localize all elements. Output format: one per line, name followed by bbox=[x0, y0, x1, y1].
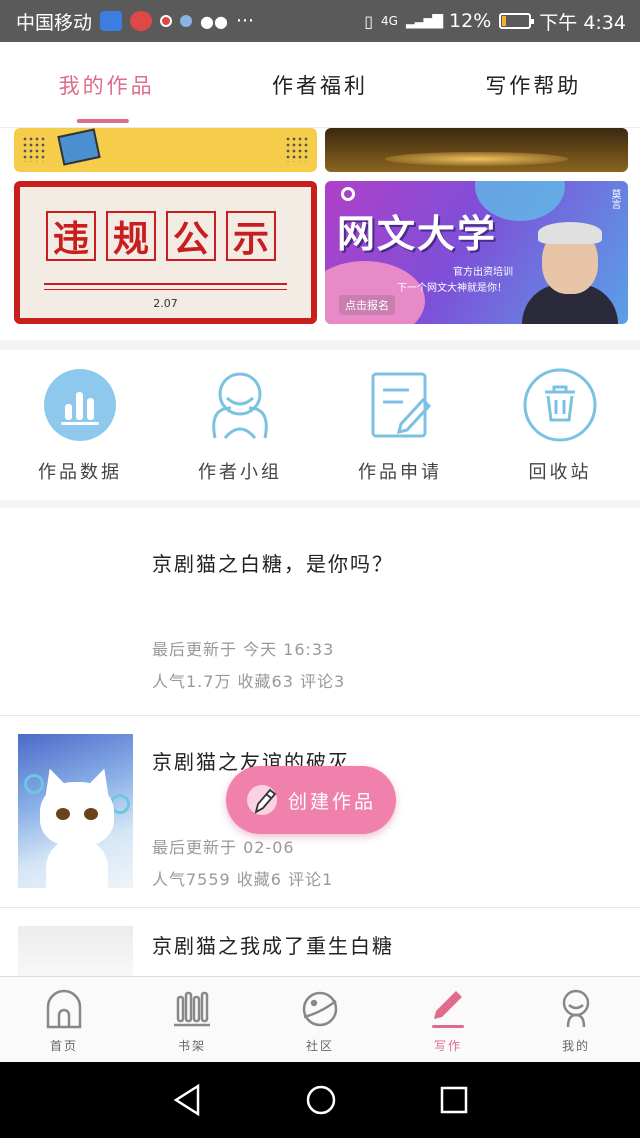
violation-title: 违 规 公 示 bbox=[46, 211, 276, 261]
pencil-icon bbox=[246, 785, 277, 815]
func-label: 作品数据 bbox=[38, 462, 122, 483]
bottom-nav: 首页 书架 社区 写作 我的 bbox=[0, 976, 640, 1062]
nav-bookshelf[interactable]: 书架 bbox=[128, 977, 256, 1062]
work-cover bbox=[18, 734, 133, 888]
clock: 下午 4:34 bbox=[539, 11, 626, 34]
cat-eye bbox=[56, 808, 70, 820]
recents-icon[interactable] bbox=[440, 1086, 468, 1114]
work-stats: 人气1.7万 收藏63 评论3 bbox=[152, 672, 346, 691]
work-item[interactable]: 京剧猫之我成了重生白糖 bbox=[0, 908, 640, 976]
music-app-icon bbox=[130, 11, 153, 31]
work-item[interactable]: 京剧猫之白糖，是你吗？ 最后更新于 今天 16:33 人气1.7万 收藏63 评… bbox=[0, 508, 640, 716]
home-button-icon[interactable] bbox=[305, 1084, 337, 1116]
tab-my-works[interactable]: 我的作品 bbox=[0, 42, 213, 127]
edit-document-icon bbox=[363, 368, 437, 442]
stage-banner[interactable] bbox=[325, 128, 628, 172]
trash-icon bbox=[523, 368, 597, 442]
work-title: 京剧猫之我成了重生白糖 bbox=[152, 934, 394, 958]
web-novel-university-banner[interactable]: 网文大学 官方出资培训 下一个网文大神就是你！ 点击报名 莫言 bbox=[325, 181, 628, 324]
author-group-entry[interactable]: 作者小组 bbox=[160, 350, 320, 500]
dot-pattern bbox=[285, 136, 309, 162]
recycle-bin-entry[interactable]: 回收站 bbox=[480, 350, 640, 500]
profile-icon bbox=[554, 987, 598, 1031]
lecturer-name: 莫言 bbox=[609, 189, 620, 209]
vibrate-icon: ▯ bbox=[364, 11, 374, 31]
works-list: 京剧猫之白糖，是你吗？ 最后更新于 今天 16:33 人气1.7万 收藏63 评… bbox=[0, 508, 640, 976]
divider bbox=[44, 283, 287, 285]
register-button[interactable]: 点击报名 bbox=[339, 295, 395, 315]
battery-percent: 12% bbox=[449, 10, 492, 32]
video-app-icon bbox=[100, 11, 123, 31]
contest-banner[interactable] bbox=[14, 128, 317, 172]
nav-label: 社区 bbox=[305, 1039, 334, 1053]
lecturer-photo bbox=[522, 216, 618, 324]
battery-fill bbox=[502, 16, 506, 26]
func-label: 作者小组 bbox=[198, 462, 282, 483]
cat-eye bbox=[84, 808, 98, 820]
works-data-entry[interactable]: 作品数据 bbox=[0, 350, 160, 500]
pen-icon bbox=[426, 987, 470, 1031]
carrier-label: 中国移动 bbox=[16, 11, 93, 34]
status-bar: 中国移动 ●● ··· ▯ 4G ▂▃▅▇ 12% 下午 4:34 bbox=[0, 0, 640, 42]
book-icon bbox=[57, 128, 101, 166]
home-icon bbox=[42, 987, 86, 1031]
nav-label: 写作 bbox=[433, 1039, 462, 1053]
dot-pattern bbox=[22, 136, 46, 162]
bar-chart-icon bbox=[43, 368, 117, 442]
work-stats: 人气7559 收藏6 评论1 bbox=[152, 870, 334, 889]
violation-char: 公 bbox=[166, 211, 216, 261]
signal-icon: ▂▃▅▇ bbox=[405, 13, 443, 29]
nav-label: 书架 bbox=[177, 1039, 206, 1053]
create-work-button[interactable]: 创建作品 bbox=[226, 766, 396, 834]
create-work-label: 创建作品 bbox=[287, 790, 376, 813]
nav-home[interactable]: 首页 bbox=[0, 977, 128, 1062]
wechat-icon: ●● bbox=[200, 11, 228, 31]
battery-icon bbox=[499, 13, 535, 29]
record-icon bbox=[160, 15, 173, 27]
top-tabs: 我的作品 作者福利 写作帮助 bbox=[0, 42, 640, 128]
work-title: 京剧猫之白糖，是你吗？ bbox=[152, 552, 394, 576]
nav-profile[interactable]: 我的 bbox=[512, 977, 640, 1062]
decor-ring bbox=[341, 187, 355, 201]
func-label: 回收站 bbox=[528, 462, 592, 483]
hair bbox=[538, 222, 602, 244]
func-label: 作品申请 bbox=[358, 462, 442, 483]
back-icon[interactable] bbox=[172, 1084, 202, 1116]
tab-author-benefits[interactable]: 作者福利 bbox=[213, 42, 426, 127]
nav-community[interactable]: 社区 bbox=[256, 977, 384, 1062]
banner-section: 违 规 公 示 2.07 网文大学 官方出资培训 下一个网文大神就是你！ 点击报… bbox=[0, 128, 640, 340]
group-icon bbox=[203, 368, 277, 442]
violation-char: 违 bbox=[46, 211, 96, 261]
circle-app-icon bbox=[180, 15, 193, 27]
system-nav-bar bbox=[0, 1062, 640, 1138]
work-cover bbox=[18, 926, 133, 976]
violation-notice-banner[interactable]: 违 规 公 示 2.07 bbox=[14, 181, 317, 324]
nav-label: 首页 bbox=[49, 1039, 78, 1053]
violation-char: 示 bbox=[226, 211, 276, 261]
bookshelf-icon bbox=[170, 987, 214, 1031]
network-type: 4G bbox=[381, 14, 398, 28]
tab-writing-help[interactable]: 写作帮助 bbox=[427, 42, 640, 127]
university-slogan: 下一个网文大神就是你！ bbox=[397, 283, 507, 294]
nav-write[interactable]: 写作 bbox=[384, 977, 512, 1062]
works-application-entry[interactable]: 作品申请 bbox=[320, 350, 480, 500]
university-title: 网文大学 bbox=[337, 212, 498, 256]
planet-icon bbox=[298, 987, 342, 1031]
function-row: 作品数据 作者小组 作品申请 回收站 bbox=[0, 350, 640, 500]
violation-date: 2.07 bbox=[153, 297, 178, 310]
violation-char: 规 bbox=[106, 211, 156, 261]
nav-label: 我的 bbox=[561, 1039, 590, 1053]
work-updated: 最后更新于 今天 16:33 bbox=[152, 640, 335, 659]
university-subtitle: 官方出资培训 bbox=[453, 267, 513, 278]
more-notifications-icon: ··· bbox=[235, 10, 255, 32]
divider bbox=[44, 289, 287, 290]
cat-face bbox=[40, 782, 114, 846]
work-updated: 最后更新于 02-06 bbox=[152, 838, 295, 857]
